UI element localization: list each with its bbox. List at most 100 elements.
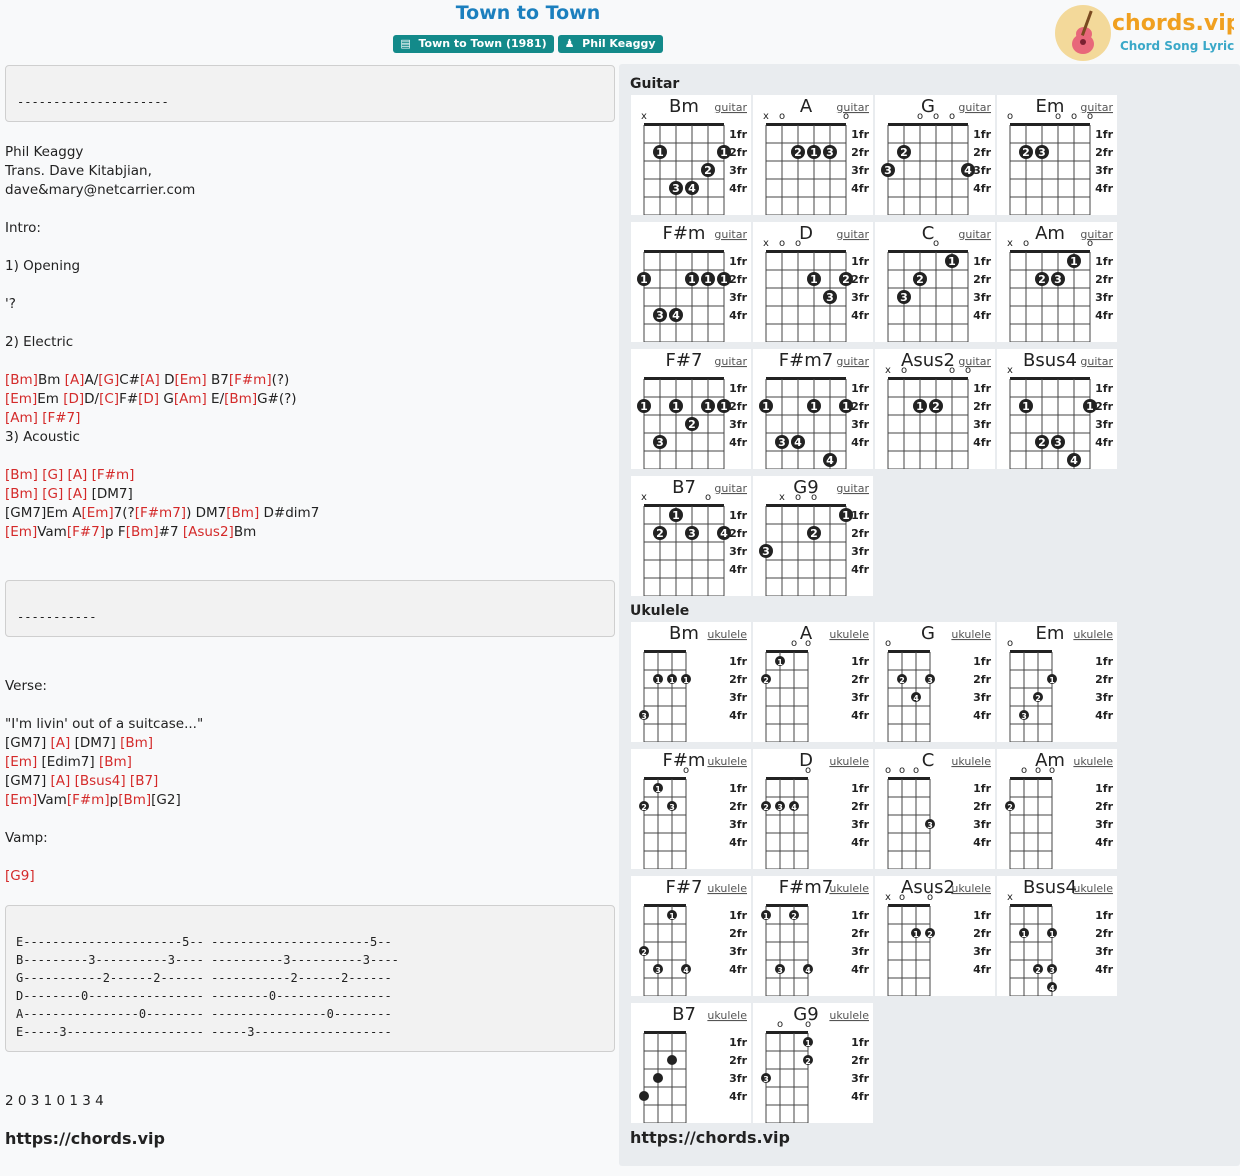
chord-link[interactable]: [A] bbox=[51, 735, 71, 751]
chord-link[interactable]: [Em] bbox=[5, 524, 37, 540]
chord-link[interactable]: [Bm] bbox=[118, 792, 151, 808]
ukulele-chord-card[interactable]: Bsus4 ukulele 1fr 2fr 3fr 4fr x 1 1 2 3 4 bbox=[997, 876, 1117, 996]
ukulele-link[interactable]: ukulele bbox=[829, 1009, 869, 1022]
ukulele-link[interactable]: ukulele bbox=[1073, 628, 1113, 641]
chord-link[interactable]: [F#7] bbox=[67, 524, 105, 540]
footer-url-right[interactable]: https://chords.vip bbox=[630, 1128, 790, 1147]
chord-link[interactable]: [D] bbox=[63, 391, 84, 407]
ukulele-chord-card[interactable]: Aukulele 1fr 2fr 3fr 4fr o o 1 2 bbox=[753, 622, 873, 742]
chord-link[interactable]: [C] bbox=[99, 391, 119, 407]
ukulele-chord-card[interactable]: B7 ukulele 1fr 2fr 3fr 4fr bbox=[631, 1003, 751, 1123]
guitar-link[interactable]: guitar bbox=[1080, 101, 1113, 114]
guitar-chord-card[interactable]: Em guitar 1fr 2fr 3fr 4fr o o o o 2 3 bbox=[997, 95, 1117, 215]
guitar-link[interactable]: guitar bbox=[836, 482, 869, 495]
chord-link[interactable]: [Bsus4] bbox=[75, 773, 126, 789]
ukulele-chord-card[interactable]: Em ukulele 1fr 2fr 3fr 4fr o 1 2 3 bbox=[997, 622, 1117, 742]
guitar-chord-card[interactable]: F#m guitar 1fr 2fr 3fr 4fr 1 1 1 1 3 4 bbox=[631, 222, 751, 342]
chord-link[interactable]: [G] bbox=[42, 486, 63, 502]
ukulele-chord-card[interactable]: Am ukulele 1fr 2fr 3fr 4fr o o o 2 bbox=[997, 749, 1117, 869]
ukulele-chord-card[interactable]: Gukulele 1fr 2fr 3fr 4fr o 2 3 4 bbox=[875, 622, 995, 742]
ukulele-link[interactable]: ukulele bbox=[829, 628, 869, 641]
album-badge[interactable]: ▤ Town to Town (1981) bbox=[393, 35, 554, 53]
guitar-link[interactable]: guitar bbox=[714, 228, 747, 241]
guitar-chord-card[interactable]: Am guitar 1fr 2fr 3fr 4fr x o o 1 2 3 bbox=[997, 222, 1117, 342]
guitar-chord-card[interactable]: Dguitar 1fr 2fr 3fr 4fr x o o 1 2 3 bbox=[753, 222, 873, 342]
chord-link[interactable]: [Bm] bbox=[120, 735, 153, 751]
chord-link[interactable]: [A] bbox=[65, 372, 85, 388]
footer-url-left[interactable]: https://chords.vip bbox=[5, 1129, 165, 1148]
ukulele-link[interactable]: ukulele bbox=[1073, 755, 1113, 768]
ukulele-link[interactable]: ukulele bbox=[707, 1009, 747, 1022]
guitar-chord-card[interactable]: Asus2 guitar 1fr 2fr 3fr 4fr x o o o 1 2 bbox=[875, 349, 995, 469]
chord-link[interactable]: [F#7] bbox=[42, 410, 80, 426]
ukulele-chord-card[interactable]: Bm ukulele 1fr 2fr 3fr 4fr 1 1 1 3 bbox=[631, 622, 751, 742]
chord-link[interactable]: [G9] bbox=[5, 868, 35, 884]
chord-link[interactable]: [Bm] bbox=[126, 524, 159, 540]
guitar-chord-card[interactable]: G9 guitar 1fr 2fr 3fr 4fr x o o 1 2 3 bbox=[753, 476, 873, 596]
guitar-link[interactable]: guitar bbox=[1080, 355, 1113, 368]
guitar-link[interactable]: guitar bbox=[958, 355, 991, 368]
chord-link[interactable]: [A] bbox=[140, 372, 160, 388]
chord-link[interactable]: [Bm] bbox=[5, 372, 38, 388]
chord-link[interactable]: [A] bbox=[68, 467, 88, 483]
chord-link[interactable]: [Em] bbox=[5, 792, 37, 808]
guitar-chord-card[interactable]: F#m7 guitar 1fr 2fr 3fr 4fr 1 1 1 3 4 4 bbox=[753, 349, 873, 469]
page-title[interactable]: Town to Town bbox=[0, 2, 1056, 24]
chord-link[interactable]: [A] bbox=[51, 773, 71, 789]
chord-link[interactable]: [Em] bbox=[174, 372, 206, 388]
chord-link[interactable]: [Bm] bbox=[224, 391, 257, 407]
chord-link[interactable]: [F#m] bbox=[92, 467, 135, 483]
ukulele-chord-card[interactable]: Dukulele 1fr 2fr 3fr 4fr o 2 3 4 bbox=[753, 749, 873, 869]
ukulele-link[interactable]: ukulele bbox=[707, 755, 747, 768]
ukulele-chord-card[interactable]: F#m ukulele 1fr 2fr 3fr 4fr o 1 2 3 bbox=[631, 749, 751, 869]
chord-link[interactable]: [B7] bbox=[130, 773, 158, 789]
chord-link[interactable]: [Bm] bbox=[5, 467, 38, 483]
chord-link[interactable]: [Am] bbox=[174, 391, 207, 407]
ukulele-chord-card[interactable]: F#m7 ukulele 1fr 2fr 3fr 4fr 1 2 3 4 bbox=[753, 876, 873, 996]
guitar-chord-card[interactable]: Bsus4 guitar 1fr 2fr 3fr 4fr x 1 1 2 3 4 bbox=[997, 349, 1117, 469]
ukulele-link[interactable]: ukulele bbox=[951, 755, 991, 768]
guitar-link[interactable]: guitar bbox=[714, 355, 747, 368]
ukulele-link[interactable]: ukulele bbox=[951, 628, 991, 641]
guitar-chord-card[interactable]: Bm guitar 1fr 2fr 3fr 4fr x 1 1 2 3 4 bbox=[631, 95, 751, 215]
guitar-link[interactable]: guitar bbox=[714, 101, 747, 114]
guitar-link[interactable]: guitar bbox=[836, 101, 869, 114]
ukulele-link[interactable]: ukulele bbox=[707, 882, 747, 895]
guitar-link[interactable]: guitar bbox=[836, 228, 869, 241]
guitar-chord-card[interactable]: B7 guitar 1fr 2fr 3fr 4fr x o 1 2 3 4 bbox=[631, 476, 751, 596]
guitar-link[interactable]: guitar bbox=[714, 482, 747, 495]
ukulele-chord-card[interactable]: G9 ukulele 1fr 2fr 3fr 4fr o o 1 2 3 bbox=[753, 1003, 873, 1123]
guitar-chord-card[interactable]: Aguitar 1fr 2fr 3fr 4fr x o o 2 1 3 bbox=[753, 95, 873, 215]
chord-link[interactable]: [G] bbox=[42, 467, 63, 483]
site-logo[interactable]: chords.vip Chord Song Lyric bbox=[1054, 4, 1240, 62]
ukulele-chord-card[interactable]: Cukulele 1fr 2fr 3fr 4fr o o o 3 bbox=[875, 749, 995, 869]
guitar-chord-card[interactable]: F#7 guitar 1fr 2fr 3fr 4fr 1 1 1 1 2 3 bbox=[631, 349, 751, 469]
ukulele-link[interactable]: ukulele bbox=[707, 628, 747, 641]
ukulele-link[interactable]: ukulele bbox=[951, 882, 991, 895]
chord-link[interactable]: [Em] bbox=[81, 505, 113, 521]
chord-link[interactable]: [Bm] bbox=[5, 486, 38, 502]
guitar-link[interactable]: guitar bbox=[836, 355, 869, 368]
chord-link[interactable]: [D] bbox=[138, 391, 159, 407]
chord-link[interactable]: [A] bbox=[68, 486, 88, 502]
guitar-link[interactable]: guitar bbox=[958, 228, 991, 241]
chord-link[interactable]: [G] bbox=[98, 372, 119, 388]
chord-link[interactable]: [Asus2] bbox=[183, 524, 234, 540]
guitar-chord-card[interactable]: Gguitar 1fr 2fr 3fr 4fr o o o 2 3 4 bbox=[875, 95, 995, 215]
chord-link[interactable]: [Em] bbox=[5, 754, 37, 770]
guitar-chord-card[interactable]: Cguitar 1fr 2fr 3fr 4fr o 1 2 3 bbox=[875, 222, 995, 342]
artist-badge[interactable]: ♟ Phil Keaggy bbox=[557, 35, 663, 53]
chord-link[interactable]: [F#m] bbox=[67, 792, 110, 808]
chord-link[interactable]: [F#m7] bbox=[135, 505, 186, 521]
chord-link[interactable]: [Bm] bbox=[226, 505, 259, 521]
ukulele-link[interactable]: ukulele bbox=[1073, 882, 1113, 895]
ukulele-chord-card[interactable]: Asus2 ukulele 1fr 2fr 3fr 4fr x o o 1 2 bbox=[875, 876, 995, 996]
chord-link[interactable]: [F#m] bbox=[229, 372, 272, 388]
chord-link[interactable]: [Em] bbox=[5, 391, 37, 407]
ukulele-link[interactable]: ukulele bbox=[829, 755, 869, 768]
guitar-link[interactable]: guitar bbox=[1080, 228, 1113, 241]
ukulele-link[interactable]: ukulele bbox=[829, 882, 869, 895]
guitar-link[interactable]: guitar bbox=[958, 101, 991, 114]
ukulele-chord-card[interactable]: F#7 ukulele 1fr 2fr 3fr 4fr 1 2 3 4 bbox=[631, 876, 751, 996]
chord-link[interactable]: [Bm] bbox=[99, 754, 132, 770]
